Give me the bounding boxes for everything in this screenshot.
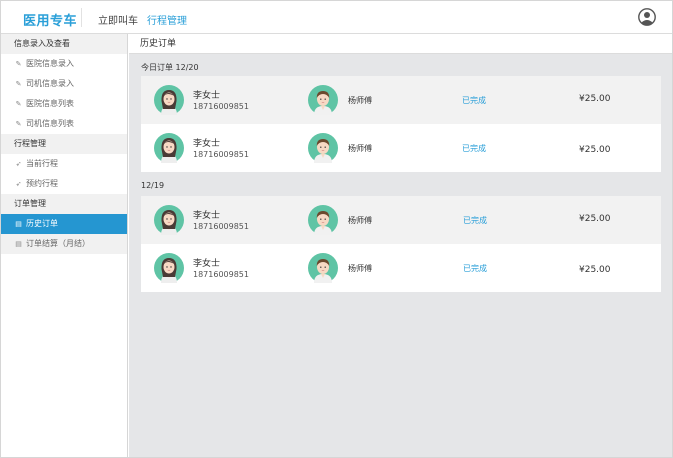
driver-avatar	[308, 253, 338, 283]
sidebar-item-label: 医院信息录入	[26, 59, 74, 68]
order-card-date: 李女士 18716009851 杨师傅 已完成 ¥25.00 李女士 18716…	[141, 196, 661, 292]
driver-avatar	[308, 205, 338, 235]
sidebar: 信息录入及查看 ✎ 医院信息录入 ✎ 司机信息录入 ✎ 医院信息列表 ✎ 司机信息列表 …	[1, 34, 128, 457]
sidebar-item-label: 司机信息列表	[26, 119, 74, 128]
section-label-date: 12/19	[141, 181, 165, 190]
order-status: 已完成	[463, 264, 487, 273]
edit-icon: ✎	[15, 100, 22, 108]
main-content: 历史订单 今日订单 12/20 李女士 18716009851 杨师傅 已完成 …	[129, 34, 672, 457]
sidebar-item-driver-list[interactable]: ✎ 司机信息列表	[1, 114, 127, 134]
send-icon: ➶	[15, 180, 22, 188]
order-price: ¥25.00	[579, 214, 611, 224]
user-circle-icon[interactable]	[638, 8, 656, 26]
driver-name: 杨师傅	[348, 264, 372, 273]
document-icon: ▤	[15, 240, 22, 248]
sidebar-group-trip: 行程管理	[1, 134, 127, 154]
order-row[interactable]: 李女士 18716009851 杨师傅 已完成 ¥25.00	[141, 76, 661, 124]
sidebar-group-info: 信息录入及查看	[1, 34, 127, 54]
brand-logo[interactable]: 医用专车	[23, 10, 77, 29]
app-window: 医用专车 立即叫车 行程管理 信息录入及查看 ✎ 医院信息录入 ✎ 司机信息录入 ✎…	[0, 0, 673, 458]
section-label-today: 今日订单 12/20	[141, 63, 199, 72]
order-row[interactable]: 李女士 18716009851 杨师傅 已完成 ¥25.00	[141, 124, 661, 172]
sidebar-item-order-settlement[interactable]: ▤ 订单结算（月结）	[1, 234, 127, 254]
passenger-phone: 18716009851	[193, 270, 249, 279]
order-status: 已完成	[463, 216, 487, 225]
passenger-phone: 18716009851	[193, 150, 249, 159]
edit-icon: ✎	[15, 80, 22, 88]
edit-icon: ✎	[15, 120, 22, 128]
driver-avatar	[308, 85, 338, 115]
document-icon: ▤	[15, 220, 22, 228]
order-price: ¥25.00	[579, 94, 611, 104]
edit-icon: ✎	[15, 60, 22, 68]
send-icon: ➶	[15, 160, 22, 168]
driver-name: 杨师傅	[348, 144, 372, 153]
driver-name: 杨师傅	[348, 96, 372, 105]
order-price: ¥25.00	[579, 145, 611, 155]
passenger-avatar	[154, 253, 184, 283]
page-title: 历史订单	[129, 34, 672, 54]
sidebar-item-driver-entry[interactable]: ✎ 司机信息录入	[1, 74, 127, 94]
sidebar-group-orders: 订单管理	[1, 194, 127, 214]
sidebar-item-label: 医院信息列表	[26, 99, 74, 108]
sidebar-item-booked-trip[interactable]: ➶ 预约行程	[1, 174, 127, 194]
sidebar-item-label: 历史订单	[26, 219, 58, 228]
sidebar-item-label: 司机信息录入	[26, 79, 74, 88]
passenger-avatar	[154, 85, 184, 115]
nav-call-car[interactable]: 立即叫车	[98, 12, 138, 27]
order-card-today: 李女士 18716009851 杨师傅 已完成 ¥25.00 李女士 18716…	[141, 76, 661, 172]
sidebar-item-label: 预约行程	[26, 179, 58, 188]
driver-avatar	[308, 133, 338, 163]
order-row[interactable]: 李女士 18716009851 杨师傅 已完成 ¥25.00	[141, 196, 661, 244]
order-status: 已完成	[462, 144, 486, 153]
passenger-avatar	[154, 133, 184, 163]
top-navbar: 医用专车 立即叫车 行程管理	[1, 1, 672, 34]
sidebar-item-label: 订单结算（月结）	[26, 239, 90, 248]
order-row[interactable]: 李女士 18716009851 杨师傅 已完成 ¥25.00	[141, 244, 661, 292]
sidebar-item-current-trip[interactable]: ➶ 当前行程	[1, 154, 127, 174]
sidebar-item-hospital-list[interactable]: ✎ 医院信息列表	[1, 94, 127, 114]
passenger-phone: 18716009851	[193, 102, 249, 111]
passenger-name: 李女士	[193, 211, 221, 221]
brand-divider	[81, 8, 82, 27]
passenger-name: 李女士	[193, 139, 221, 149]
passenger-phone: 18716009851	[193, 222, 249, 231]
nav-trip-management[interactable]: 行程管理	[147, 12, 187, 27]
sidebar-item-history-orders[interactable]: ▤ 历史订单	[1, 214, 127, 234]
sidebar-item-hospital-entry[interactable]: ✎ 医院信息录入	[1, 54, 127, 74]
order-status: 已完成	[462, 96, 486, 105]
passenger-name: 李女士	[193, 259, 221, 269]
order-price: ¥25.00	[579, 265, 611, 275]
passenger-name: 李女士	[193, 91, 221, 101]
sidebar-item-label: 当前行程	[26, 159, 58, 168]
passenger-avatar	[154, 205, 184, 235]
driver-name: 杨师傅	[348, 216, 372, 225]
